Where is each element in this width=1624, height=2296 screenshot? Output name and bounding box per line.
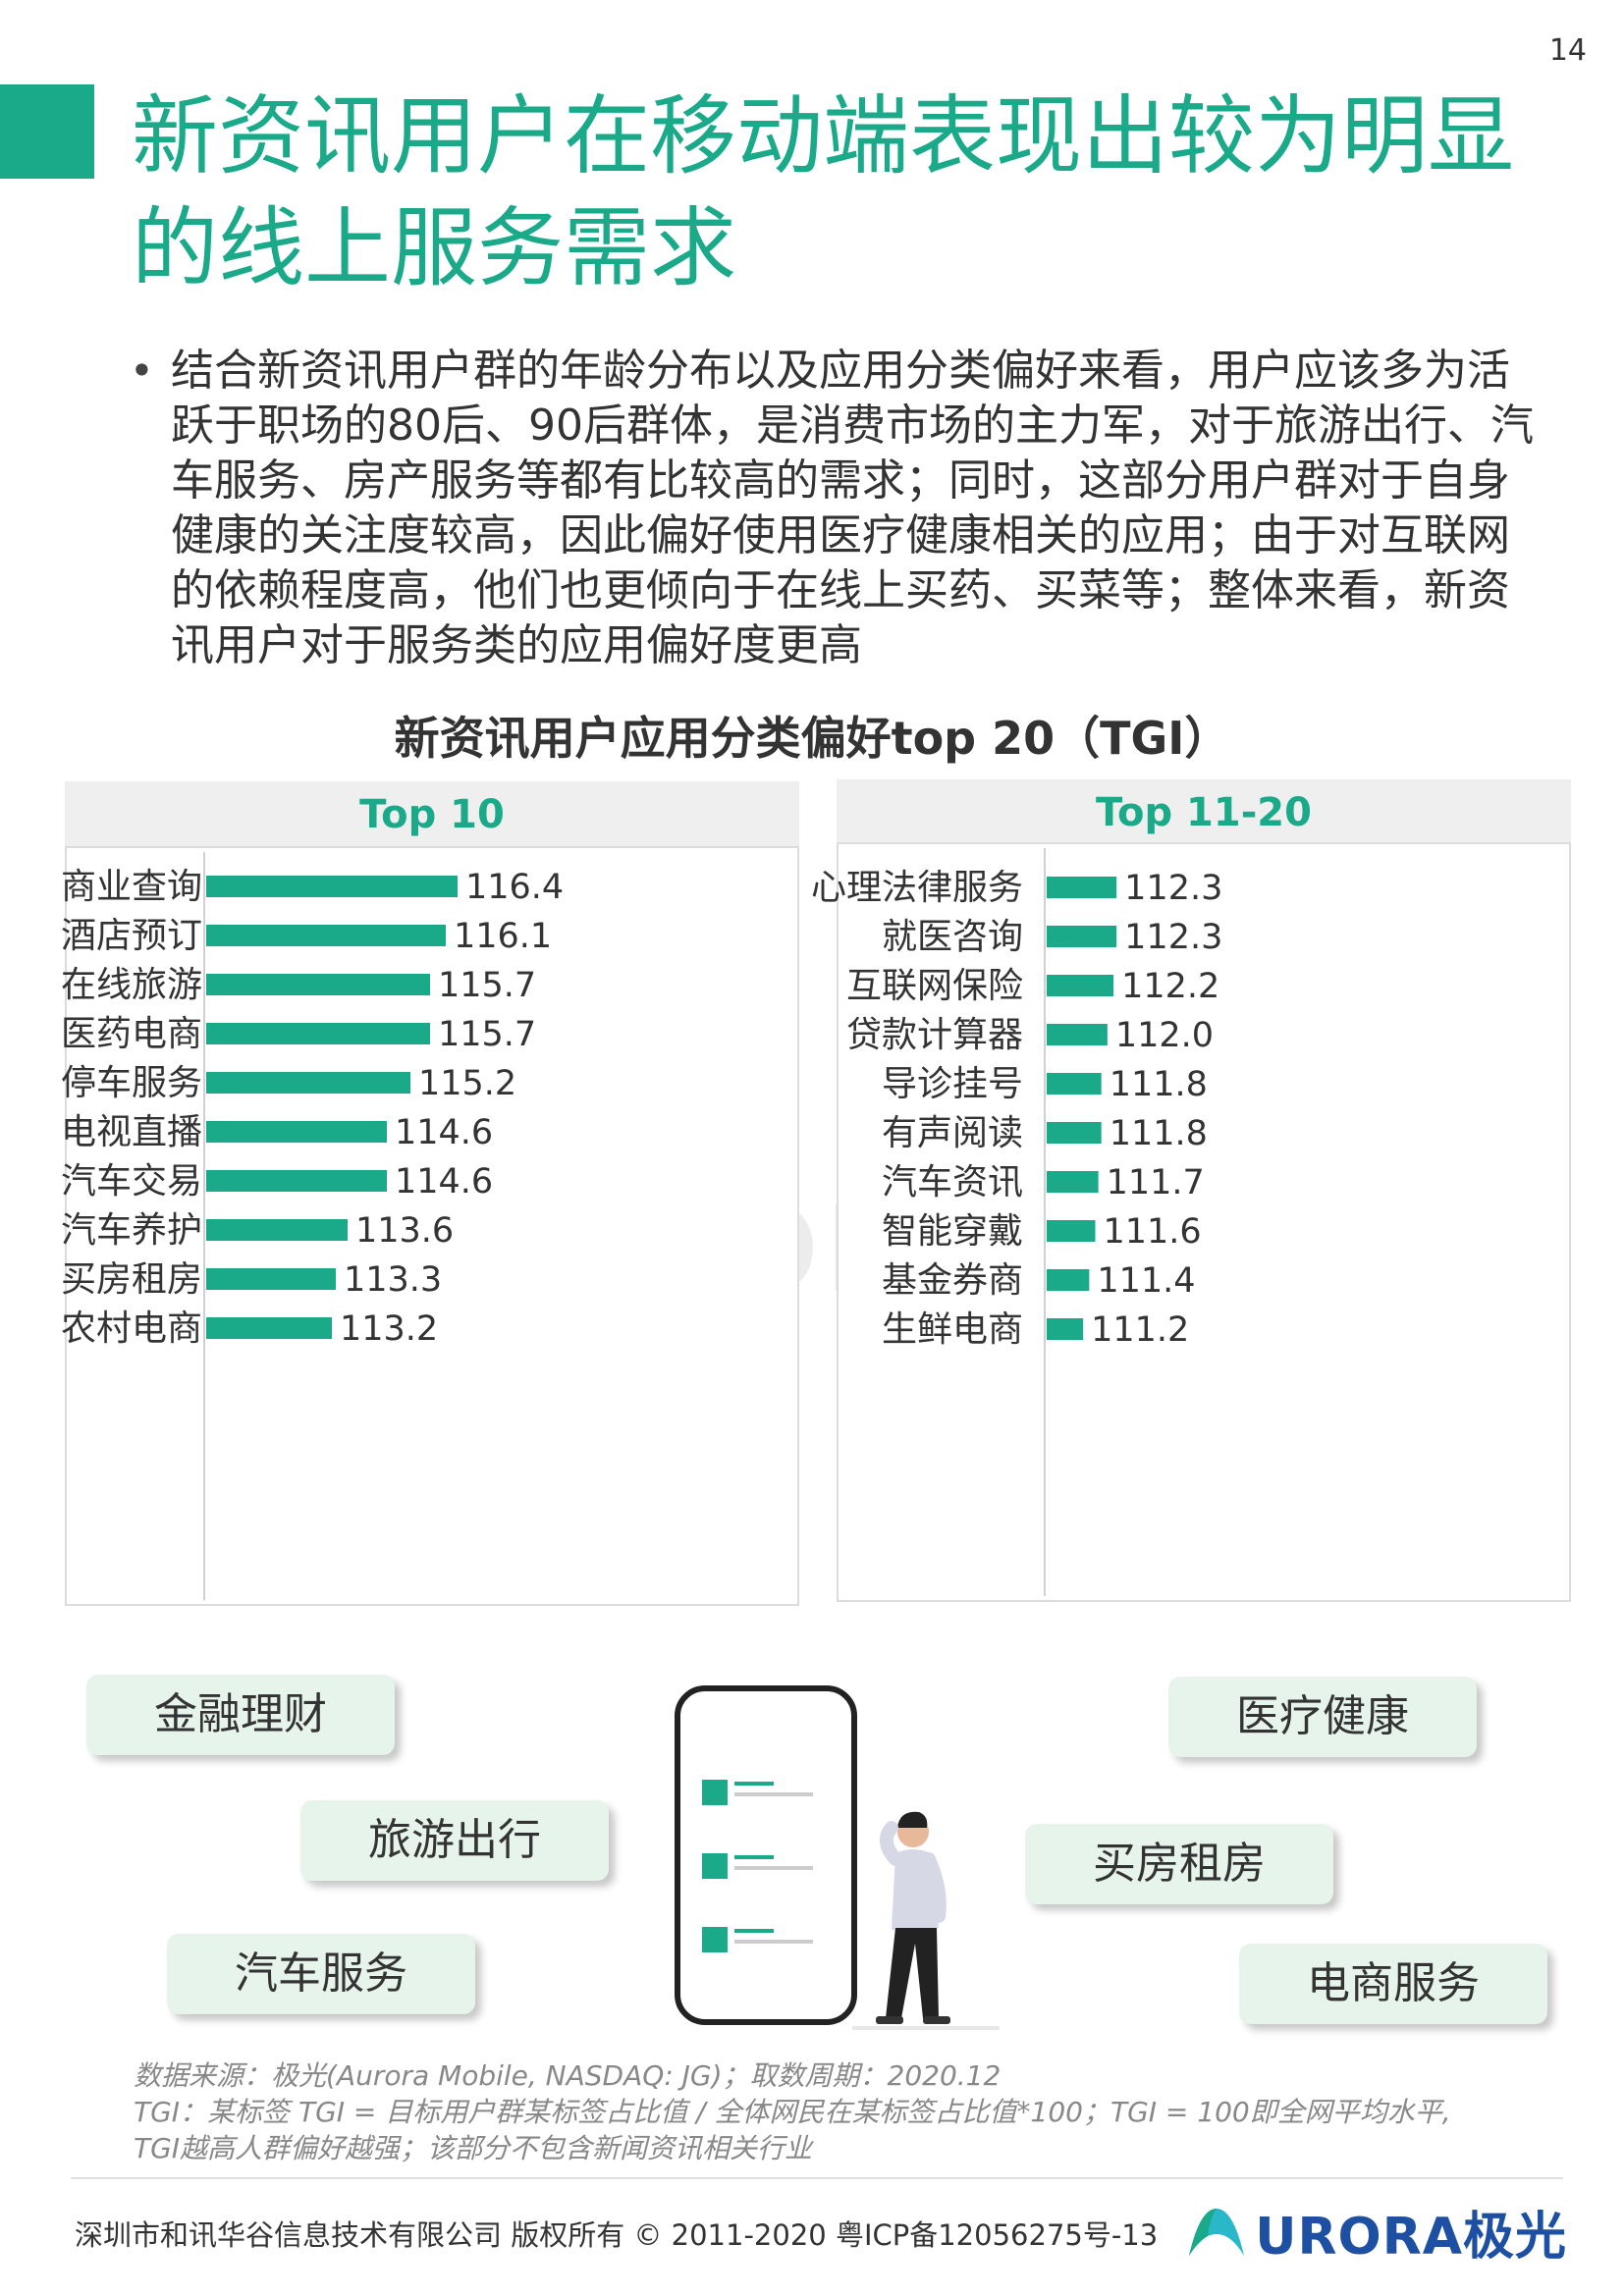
aurora-logo-icon (1189, 2208, 1245, 2256)
data-label: 113.6 (355, 1211, 454, 1251)
bar (206, 1170, 387, 1192)
source-line-3: TGI越高人群偏好越强；该部分不包含新闻资讯相关行业 (134, 2132, 813, 2164)
tag-ecommerce: 电商服务 (1239, 1944, 1547, 2024)
category-label: 有声阅读 (882, 1113, 1023, 1153)
footer-divider (71, 2177, 1563, 2179)
footer-logo: URORA极光 (1186, 2195, 1567, 2269)
data-label: 111.8 (1110, 1065, 1208, 1104)
category-label: 买房租房 (61, 1259, 202, 1300)
data-label: 113.2 (340, 1309, 438, 1349)
category-label: 医药电商 (61, 1014, 202, 1054)
category-label: 心理法律服务 (811, 868, 1023, 908)
bar (206, 925, 446, 946)
category-label: 汽车资讯 (882, 1162, 1023, 1202)
chart-top11-20-title: Top 11-20 (837, 779, 1571, 846)
data-label: 112.2 (1121, 967, 1219, 1006)
category-label: 智能穿戴 (882, 1211, 1023, 1252)
data-label: 115.7 (438, 966, 536, 1005)
chart-top11-20-plot: 心理法律服务 112.3 就医咨询 112.3 互联网保险 112.2 贷款计算器 112.0… (811, 848, 1222, 1596)
category-label: 基金券商 (882, 1260, 1023, 1301)
data-label: 112.3 (1124, 869, 1222, 908)
chart-top10-plot: 商业查询 116.4 酒店预订 116.1 在线旅游 115.7 医药电商 115.7 停车服务… (61, 852, 564, 1600)
category-label: 就医咨询 (882, 917, 1023, 957)
summary-bullet: • 结合新资讯用户群的年龄分布以及应用分类偏好来看，用户应该多为活跃于职场的80… (130, 344, 1543, 673)
bar (206, 1268, 336, 1290)
data-label: 115.7 (438, 1015, 536, 1054)
bar (1047, 1220, 1096, 1242)
smartphone-list-icon (675, 1685, 857, 2025)
tag-finance: 金融理财 (86, 1675, 395, 1755)
category-label: 农村电商 (61, 1308, 202, 1349)
category-label: 电视直播 (61, 1112, 202, 1152)
bar (206, 876, 458, 897)
copyright: 深圳市和讯华谷信息技术有限公司 版权所有 © 2011-2020 粤ICP备12… (75, 2218, 1159, 2252)
chart-top10-title: Top 10 (65, 781, 799, 848)
bar (206, 1072, 410, 1094)
category-label: 汽车交易 (61, 1161, 202, 1201)
data-label: 111.4 (1097, 1261, 1195, 1301)
bullet-dot-icon: • (130, 347, 154, 395)
bar (1047, 926, 1117, 947)
category-label: 在线旅游 (61, 965, 202, 1005)
page-title: 新资讯用户在移动端表现出较为明显的线上服务需求 (132, 85, 1515, 298)
bar (1047, 975, 1114, 996)
footer-logo-text: URORA极光 (1255, 2208, 1567, 2267)
tag-house: 买房租房 (1025, 1824, 1333, 1904)
chart-top11-20: Top 11-20 心理法律服务 112.3 就医咨询 112.3 互联网保险 112.2… (811, 779, 1571, 1604)
bar (1047, 1122, 1102, 1144)
tag-auto: 汽车服务 (167, 1934, 475, 2014)
data-label: 111.6 (1104, 1212, 1202, 1252)
data-label: 111.2 (1091, 1310, 1189, 1350)
bar (1047, 1024, 1108, 1045)
data-label: 116.1 (454, 917, 552, 956)
category-label: 导诊挂号 (882, 1064, 1023, 1104)
bar (1047, 1073, 1102, 1095)
summary-text: 结合新资讯用户群的年龄分布以及应用分类偏好来看，用户应该多为活跃于职场的80后、… (171, 346, 1534, 670)
bar (206, 1023, 430, 1044)
bar (1047, 1171, 1099, 1193)
data-label: 114.6 (395, 1162, 493, 1201)
category-label: 生鲜电商 (882, 1309, 1023, 1350)
illustration (675, 1685, 1000, 2030)
bar (206, 1317, 332, 1339)
tag-medical: 医疗健康 (1168, 1677, 1477, 1757)
bar (206, 1121, 387, 1143)
data-source-note: 数据来源：极光(Aurora Mobile, NASDAQ: JG)；取数周期：… (134, 2057, 1547, 2166)
category-label: 互联网保险 (846, 966, 1023, 1006)
chart-title: 新资讯用户应用分类偏好top 20（TGI） (394, 712, 1230, 765)
data-label: 112.0 (1115, 1016, 1214, 1055)
data-label: 112.3 (1124, 918, 1222, 957)
thinking-person-icon (852, 1811, 1000, 2030)
source-line-2: TGI：某标签 TGI = 目标用户群某标签占比值 / 全体网民在某标签占比值*… (134, 2096, 1451, 2128)
tag-travel: 旅游出行 (300, 1800, 609, 1881)
data-label: 111.8 (1110, 1114, 1208, 1153)
bar (1047, 1269, 1090, 1291)
bar (206, 1219, 348, 1241)
category-label: 停车服务 (61, 1063, 202, 1103)
category-label: 酒店预订 (61, 916, 202, 956)
data-label: 115.2 (418, 1064, 516, 1103)
data-label: 111.7 (1107, 1163, 1205, 1202)
page-number: 14 (1548, 33, 1587, 68)
data-label: 114.6 (395, 1113, 493, 1152)
source-line-1: 数据来源：极光(Aurora Mobile, NASDAQ: JG)；取数周期：… (134, 2059, 1001, 2092)
chart-top10: Top 10 商业查询 116.4 酒店预订 116.1 在线旅游 115.7 医药电商 11… (61, 781, 799, 1606)
title-accent-bar (0, 84, 94, 179)
data-label: 116.4 (465, 868, 564, 907)
data-label: 113.3 (344, 1260, 442, 1300)
bar (1047, 1318, 1084, 1340)
category-label: 商业查询 (61, 867, 202, 907)
category-label: 汽车养护 (61, 1210, 202, 1251)
category-label: 贷款计算器 (846, 1015, 1023, 1055)
bar (1047, 877, 1117, 898)
bar (206, 974, 430, 995)
